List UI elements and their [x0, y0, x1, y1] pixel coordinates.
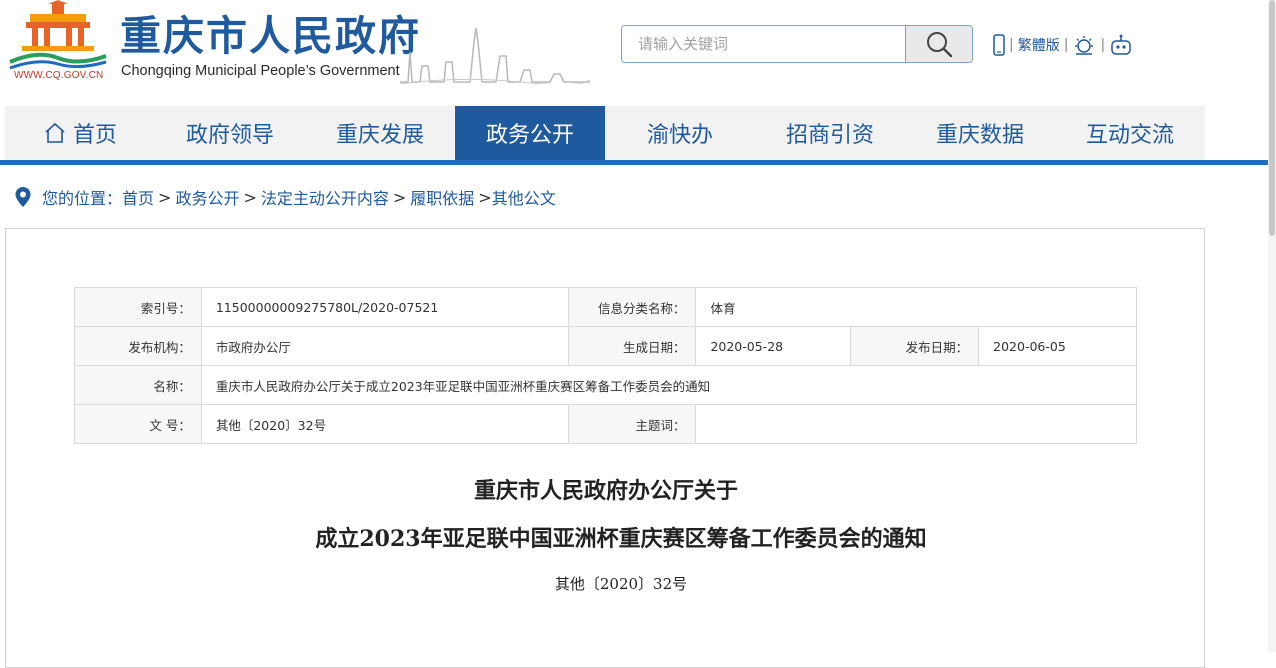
search-icon: [927, 32, 953, 58]
robot-assistant-icon[interactable]: [1109, 34, 1133, 56]
document-number: 其他〔2020〕32号: [554, 575, 688, 593]
nav-item-leaders[interactable]: 政府领导: [155, 106, 305, 160]
nav-item-government-affairs[interactable]: 政务公开: [455, 106, 605, 160]
nav-item-label: 互动交流: [1085, 123, 1174, 148]
nav-item-label: 招商引资: [785, 123, 874, 148]
breadcrumb-duty-basis[interactable]: 履职依据: [410, 185, 474, 209]
nav-item-label: 政务公开: [485, 123, 574, 148]
category-value: 体育: [695, 287, 1137, 327]
published-date-label: 发布日期：: [850, 326, 980, 366]
location-pin-icon: [14, 186, 32, 208]
main-nav: 首页 政府领导 重庆发展 政务公开 渝快办 招商引资 重庆数据 互动交流: [5, 106, 1205, 160]
breadcrumb-prefix: 您的位置：: [42, 189, 123, 208]
traditional-chinese-link[interactable]: 繁體版: [1018, 35, 1060, 55]
index-label: 索引号：: [74, 287, 202, 327]
document-title-line1: 重庆市人民政府办公厅关于: [473, 478, 738, 504]
nav-item-interaction[interactable]: 互动交流: [1055, 106, 1205, 160]
nav-item-label: 重庆发展: [335, 123, 424, 148]
search-box: [621, 25, 973, 63]
created-date-label: 生成日期：: [567, 326, 697, 366]
breadcrumb-statutory-disclosure[interactable]: 法定主动公开内容: [261, 185, 389, 209]
article-content: 索引号： 11500000009275780L/2020-07521 信息分类名…: [5, 228, 1205, 668]
breadcrumb-other-documents[interactable]: 其他公文: [492, 185, 556, 209]
document-meta-table: 索引号： 11500000009275780L/2020-07521 信息分类名…: [74, 287, 1138, 444]
org-label: 发布机构：: [74, 326, 202, 366]
tool-separator: |: [1009, 37, 1014, 53]
created-date-value: 2020-05-28: [695, 326, 852, 366]
search-button[interactable]: [905, 26, 972, 62]
table-row: 索引号： 11500000009275780L/2020-07521 信息分类名…: [74, 287, 1137, 327]
breadcrumb-separator: >: [158, 187, 172, 207]
breadcrumb-separator: >: [478, 187, 492, 207]
name-value: 重庆市人民政府办公厅关于成立2023年亚足联中国亚洲杯重庆赛区筹备工作委员会的通…: [200, 365, 1138, 405]
header-tools: | 繁體版 | |: [993, 34, 1133, 56]
page-scrollbar[interactable]: [1268, 0, 1276, 652]
nav-item-yukuaiban[interactable]: 渝快办: [605, 106, 755, 160]
logo-url-text: WWW.CQ.GOV.CN: [14, 70, 104, 81]
site-subtitle: Chongqing Municipal People’s Government: [121, 63, 400, 79]
name-label: 名称：: [74, 365, 202, 405]
published-date-value: 2020-06-05: [978, 326, 1137, 366]
nav-item-label: 首页: [72, 123, 117, 148]
breadcrumb-home[interactable]: 首页: [122, 185, 154, 209]
search-input[interactable]: [622, 26, 907, 62]
nav-item-data[interactable]: 重庆数据: [905, 106, 1055, 160]
nav-item-development[interactable]: 重庆发展: [305, 106, 455, 160]
nav-item-label: 渝快办: [646, 123, 713, 148]
site-title[interactable]: 重庆市人民政府: [120, 12, 421, 60]
doc-number-value: 其他〔2020〕32号: [200, 404, 569, 444]
nav-item-home[interactable]: 首页: [5, 106, 155, 160]
document-title-line2: 成立2023年亚足联中国亚洲杯重庆赛区筹备工作委员会的通知: [315, 526, 927, 552]
breadcrumb: 您的位置： 首页 > 政务公开 > 法定主动公开内容 > 履职依据 > 其他公文: [14, 186, 556, 208]
nav-item-label: 政府领导: [185, 123, 274, 148]
scrollbar-thumb[interactable]: [1269, 0, 1275, 236]
home-icon: [43, 121, 67, 145]
elder-mode-icon[interactable]: [1072, 34, 1096, 56]
breadcrumb-separator: >: [243, 187, 257, 207]
breadcrumb-government-affairs[interactable]: 政务公开: [175, 185, 239, 209]
doc-number-label: 文 号：: [74, 404, 202, 444]
nav-underline: [0, 160, 1276, 165]
breadcrumb-separator: >: [392, 187, 407, 207]
subject-label: 主题词：: [567, 404, 697, 444]
category-label: 信息分类名称：: [567, 287, 697, 327]
mobile-icon[interactable]: [993, 34, 1005, 56]
index-value: 11500000009275780L/2020-07521: [200, 287, 569, 327]
nav-item-label: 重庆数据: [935, 123, 1024, 148]
skyline-decoration: [400, 27, 590, 84]
table-row: 名称： 重庆市人民政府办公厅关于成立2023年亚足联中国亚洲杯重庆赛区筹备工作委…: [74, 365, 1138, 405]
nav-item-investment[interactable]: 招商引资: [755, 106, 905, 160]
site-header: WWW.CQ.GOV.CN 重庆市人民政府 Chongqing Municipa…: [0, 0, 1276, 104]
tool-separator: |: [1063, 37, 1069, 53]
table-row: 文 号： 其他〔2020〕32号 主题词：: [74, 404, 1137, 444]
tool-separator: |: [1100, 37, 1106, 53]
org-value: 市政府办公厅: [200, 326, 569, 366]
subject-value: [695, 404, 1137, 444]
table-row: 发布机构： 市政府办公厅 生成日期： 2020-05-28 发布日期： 2020…: [74, 326, 1137, 366]
